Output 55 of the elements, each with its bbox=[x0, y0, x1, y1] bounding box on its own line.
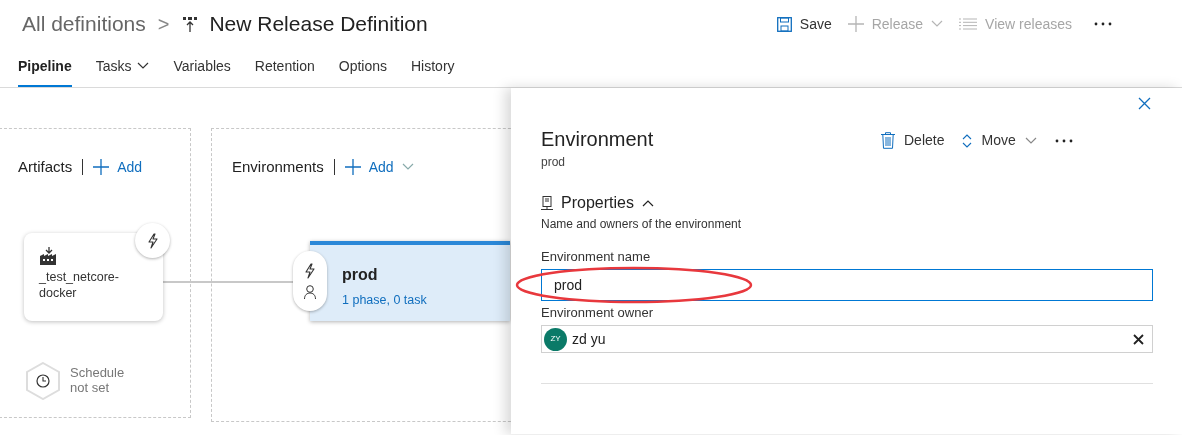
input-field[interactable]: prod bbox=[541, 269, 1153, 301]
add-button[interactable]: Add bbox=[93, 156, 143, 178]
tab[interactable]: Retention bbox=[254, 47, 315, 87]
list-icon bbox=[959, 18, 978, 30]
person-icon bbox=[304, 285, 316, 299]
section-toggle[interactable]: Properties bbox=[561, 191, 654, 215]
plus-icon bbox=[93, 159, 110, 176]
add-button[interactable]: Add bbox=[344, 156, 414, 178]
section-title: Artifacts bbox=[18, 157, 73, 177]
tab[interactable]: Options bbox=[338, 47, 387, 87]
more-icon[interactable] bbox=[1094, 22, 1112, 26]
tab[interactable]: Tasks bbox=[95, 47, 150, 87]
artifact-card[interactable]: _test_netcore-docker bbox=[24, 233, 163, 321]
section-description: Name and owners of the environment bbox=[541, 216, 742, 233]
conditions-pill[interactable] bbox=[293, 251, 327, 311]
field-label: Environment owner bbox=[541, 304, 653, 322]
breadcrumb-link[interactable]: All definitions bbox=[22, 8, 146, 40]
tab[interactable]: History bbox=[411, 47, 455, 87]
artifact-name: _test_netcore-docker bbox=[39, 269, 120, 301]
breadcrumb-separator: > bbox=[157, 12, 170, 37]
chevron-down-icon bbox=[1024, 136, 1037, 145]
save-icon bbox=[776, 16, 792, 32]
owner-field[interactable]: ZY zd yu bbox=[541, 325, 1153, 353]
clear-icon[interactable] bbox=[1133, 333, 1144, 345]
trigger-badge[interactable] bbox=[135, 223, 170, 258]
chevron-down-icon bbox=[931, 20, 944, 28]
tab[interactable]: Variables bbox=[173, 47, 231, 87]
panel-title: Environment bbox=[541, 127, 654, 151]
panel-action-button[interactable]: Move bbox=[962, 130, 1037, 151]
panel-action-button[interactable]: Delete bbox=[881, 130, 945, 151]
build-icon bbox=[39, 247, 59, 265]
environment-name: prod bbox=[342, 265, 379, 285]
trash-icon bbox=[881, 132, 895, 149]
environment-card[interactable]: prod 1 phase, 0 task bbox=[310, 241, 510, 321]
section-title: Environments bbox=[232, 157, 324, 177]
plus-icon bbox=[847, 16, 864, 32]
release-pipeline-icon bbox=[183, 16, 198, 32]
server-icon bbox=[541, 196, 553, 210]
lightning-icon bbox=[304, 263, 316, 279]
plus-icon bbox=[344, 159, 361, 176]
chevron-down-icon bbox=[401, 163, 414, 172]
chevron-up-icon bbox=[641, 199, 654, 207]
schedule-hexagon-icon[interactable] bbox=[26, 362, 60, 400]
environment-summary: 1 phase, 0 task bbox=[342, 292, 428, 309]
toolbar-button[interactable]: Save bbox=[776, 13, 832, 35]
chevron-down-icon bbox=[137, 62, 150, 70]
owner-name: zd yu bbox=[572, 329, 606, 349]
close-icon[interactable] bbox=[1138, 97, 1151, 110]
schedule-label: Schedule not set bbox=[70, 365, 126, 395]
more-icon[interactable] bbox=[1054, 138, 1073, 143]
panel-subtitle: prod bbox=[541, 154, 567, 171]
lightning-icon bbox=[146, 232, 159, 249]
field-label: Environment name bbox=[541, 248, 651, 266]
up-down-icon bbox=[962, 133, 973, 148]
definition-title: New Release Definition bbox=[209, 11, 428, 38]
